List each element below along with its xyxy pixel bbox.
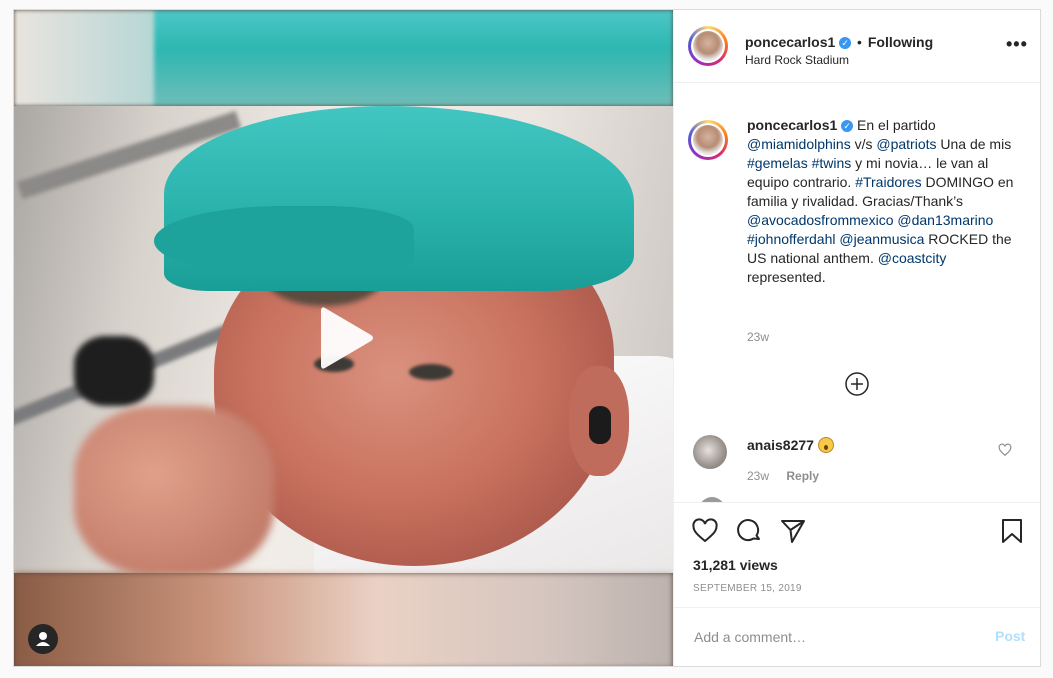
tagged-user-icon[interactable] [28, 624, 58, 654]
video-blur-bottom [14, 573, 673, 666]
post-date[interactable]: September 15, 2019 [693, 583, 802, 594]
verified-badge-icon: ✓ [839, 37, 852, 50]
hashtag-link[interactable]: #Traidores [855, 174, 921, 190]
post-video[interactable] [14, 10, 673, 666]
verified-badge-icon: ✓ [841, 120, 854, 133]
author-avatar[interactable] [688, 26, 728, 66]
more-horizontal-icon[interactable]: ••• [1006, 34, 1028, 55]
mention-link[interactable]: @patriots [876, 136, 936, 152]
comment-icon[interactable] [735, 517, 763, 545]
comments-section[interactable]: poncecarlos1 ✓ En el partido @miamidolph… [674, 82, 1040, 502]
comment-timestamp[interactable]: 23w [747, 469, 769, 483]
author-line: poncecarlos1 ✓ • Following [745, 34, 933, 50]
mention-link[interactable]: @jeanmusica [839, 231, 924, 247]
post-caption: poncecarlos1 ✓ En el partido @miamidolph… [747, 116, 1019, 287]
comment-username[interactable]: anais8277 [747, 437, 814, 453]
add-comment-bar: Post [674, 607, 1040, 666]
author-username[interactable]: poncecarlos1 [745, 34, 835, 50]
caption-text-segment: v/s [850, 136, 877, 152]
astonished-face-emoji-icon [817, 437, 834, 453]
mention-link[interactable]: @coastcity [878, 250, 947, 266]
post-comment-button[interactable]: Post [995, 628, 1025, 644]
hashtag-link[interactable]: #johnofferdahl [747, 231, 835, 247]
caption-text-segment: represented. [747, 269, 826, 285]
play-icon[interactable] [307, 298, 387, 378]
location-link[interactable]: Hard Rock Stadium [745, 53, 849, 67]
post-modal: poncecarlos1 ✓ • Following Hard Rock Sta… [13, 9, 1041, 667]
reply-button[interactable]: Reply [786, 469, 819, 483]
comment-input[interactable] [692, 626, 976, 648]
comment-meta: 23w Reply [747, 469, 819, 483]
hashtag-link[interactable]: #gemelas [747, 155, 808, 171]
comment-item: anais8277 [747, 437, 834, 453]
post-actions: 31,281 views September 15, 2019 [674, 502, 1040, 607]
share-icon[interactable] [779, 517, 807, 545]
mention-link[interactable]: @miamidolphins [747, 136, 851, 152]
caption-author-avatar[interactable] [688, 120, 728, 160]
mention-link[interactable]: @avocadosfrommexico [747, 212, 894, 228]
caption-text-segment: En el partido [857, 117, 936, 133]
following-button[interactable]: Following [868, 34, 933, 50]
caption-username[interactable]: poncecarlos1 [747, 117, 837, 133]
heart-icon[interactable] [691, 517, 719, 545]
load-more-comments-icon[interactable] [845, 372, 869, 396]
hashtag-link[interactable]: #twins [812, 155, 852, 171]
post-side-panel: poncecarlos1 ✓ • Following Hard Rock Sta… [673, 10, 1040, 666]
view-count[interactable]: 31,281 views [693, 557, 778, 573]
caption-timestamp[interactable]: 23w [747, 330, 769, 344]
caption-text-segment: Una de mis [936, 136, 1012, 152]
video-blur-top [14, 10, 673, 106]
commenter-avatar[interactable] [693, 435, 727, 469]
mention-link[interactable]: @dan13marino [897, 212, 993, 228]
post-header: poncecarlos1 ✓ • Following Hard Rock Sta… [674, 10, 1040, 83]
separator: • [857, 34, 862, 50]
comment-like-heart-icon[interactable] [998, 443, 1012, 457]
caption-text: En el partido @miamidolphins v/s @patrio… [747, 117, 1013, 285]
bookmark-icon[interactable] [998, 517, 1026, 545]
